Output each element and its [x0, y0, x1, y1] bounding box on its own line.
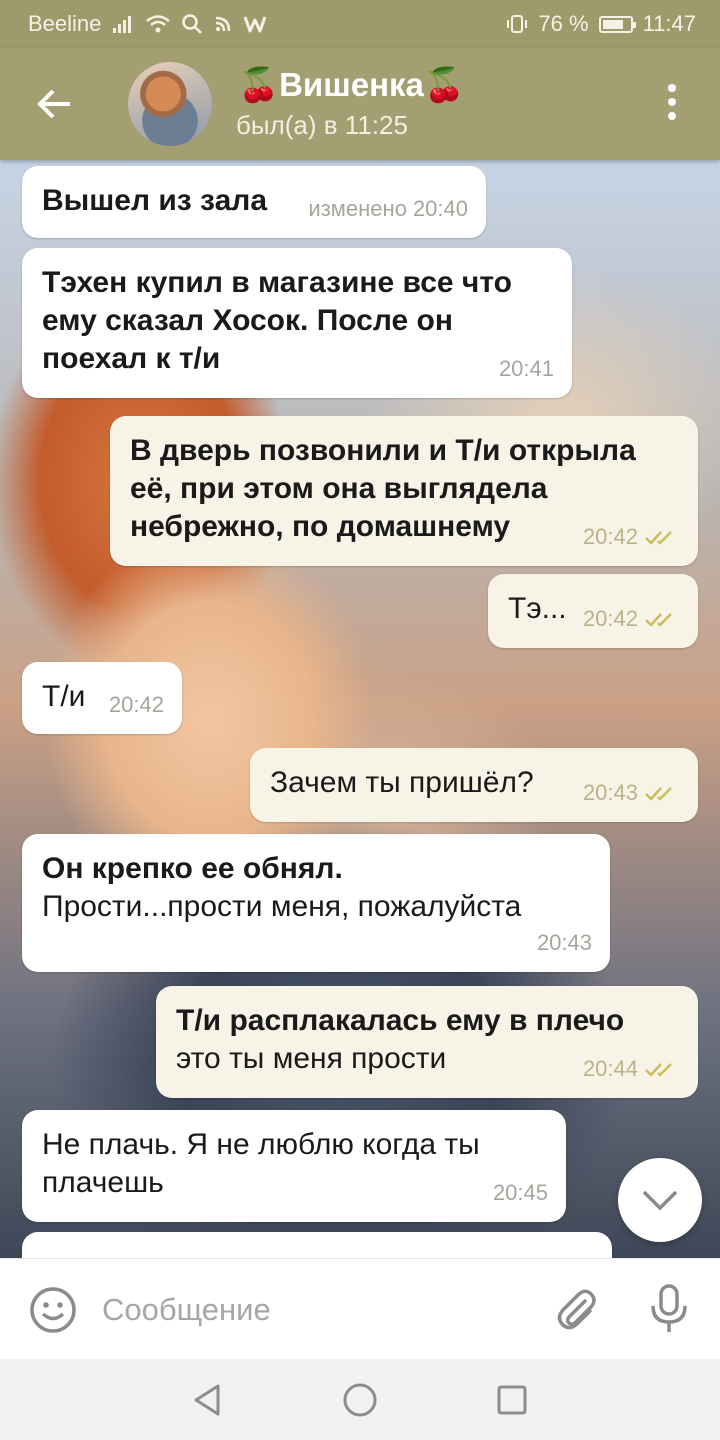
message-time: 20:43	[582, 780, 638, 805]
message-bubble[interactable]: Тэ... 20:42	[488, 574, 698, 648]
double-check-icon	[645, 1063, 672, 1077]
message-list[interactable]: Вышел из зала изменено 20:40 Тэхен купил…	[0, 160, 720, 1258]
system-navigation-bar	[0, 1358, 720, 1440]
message-text: Зачем ты пришёл?	[270, 766, 534, 799]
nav-recents-button[interactable]	[490, 1378, 534, 1422]
nav-back-button[interactable]	[186, 1378, 230, 1422]
more-menu-button[interactable]	[652, 84, 692, 124]
battery-icon	[598, 15, 636, 33]
message-time: 20:42	[582, 606, 638, 631]
message-text: Не плачь. Я не люблю когда ты плачешь	[42, 1128, 480, 1199]
message-text: Он крепко ее обнял.	[42, 852, 343, 885]
voice-record-button[interactable]	[646, 1283, 692, 1335]
double-check-icon	[645, 787, 672, 801]
edited-label: изменено	[308, 196, 407, 221]
more-vertical-icon	[652, 84, 692, 120]
carrier-label: Beeline	[28, 11, 102, 36]
message-bubble[interactable]: Т/и расплакалась ему в плечо это ты меня…	[156, 986, 698, 1098]
avatar[interactable]	[128, 62, 212, 146]
message-bubble[interactable]: Вышел из зала изменено 20:40	[22, 166, 486, 238]
message-meta: 20:42	[109, 686, 164, 724]
message-text: Вышел из зала	[42, 184, 267, 217]
message-composer	[0, 1258, 720, 1359]
message-text: Тэ...	[508, 592, 567, 625]
attach-button[interactable]	[552, 1285, 602, 1335]
back-button[interactable]	[26, 74, 86, 134]
message-bubble[interactable]: В дверь позвонили и Т/и открыла её, при …	[110, 416, 698, 566]
emoji-button[interactable]	[28, 1285, 78, 1335]
nav-back-triangle-icon	[194, 1384, 220, 1416]
message-time: 20:44	[582, 1056, 638, 1081]
vibrate-icon	[507, 15, 528, 33]
message-input[interactable]	[100, 1281, 524, 1339]
message-bubble-partial[interactable]	[22, 1232, 612, 1258]
wifi-icon	[146, 15, 171, 33]
status-bar: Beeline 76 % 11:47	[0, 0, 720, 48]
message-bubble[interactable]: Т/и 20:42	[22, 662, 182, 734]
message-time: 20:42	[582, 524, 638, 549]
message-bubble[interactable]: Не плачь. Я не люблю когда ты плачешь 20…	[22, 1110, 566, 1222]
message-meta: 20:41	[499, 350, 554, 388]
message-meta: изменено 20:40	[308, 190, 468, 228]
chat-title[interactable]: 🍒Вишенка🍒	[238, 66, 465, 105]
nav-home-button[interactable]	[338, 1378, 382, 1422]
paperclip-icon	[557, 1289, 596, 1330]
message-time: 20:45	[492, 1180, 548, 1205]
message-text: Т/и	[42, 680, 86, 713]
message-meta: 20:44	[583, 1050, 680, 1088]
message-time: 20:43	[536, 930, 592, 955]
message-time: 20:41	[498, 356, 554, 381]
message-text-line2: Прости...прости меня, пожалуйста	[42, 890, 522, 923]
microphone-icon	[651, 1284, 687, 1332]
battery-percent: 76 %	[538, 11, 589, 36]
message-bubble[interactable]: Зачем ты пришёл? 20:43	[250, 748, 698, 822]
emoji-icon	[30, 1287, 76, 1333]
chat-header: 🍒Вишенка🍒 был(а) в 11:25	[0, 48, 720, 160]
battery-fill	[602, 19, 623, 29]
signal-bars-icon	[113, 16, 132, 33]
scroll-down-button[interactable]	[618, 1158, 702, 1242]
message-meta: 20:45	[493, 1174, 548, 1212]
last-seen-status: был(а) в 11:25	[236, 110, 408, 140]
message-time: 20:42	[108, 692, 164, 717]
double-check-icon	[645, 613, 672, 627]
message-time: 20:40	[412, 196, 468, 221]
clock: 11:47	[642, 11, 696, 36]
app-w-icon	[243, 16, 267, 33]
nav-recents-square-icon	[497, 1385, 527, 1415]
double-check-icon	[645, 531, 672, 545]
search-status-icon	[182, 14, 203, 34]
message-text: Т/и расплакалась ему в плечо	[176, 1004, 625, 1037]
message-bubble[interactable]: Он крепко ее обнял. Прости...прости меня…	[22, 834, 610, 972]
message-meta: 20:43	[583, 774, 680, 812]
message-meta: 20:43	[537, 924, 592, 962]
rss-icon	[216, 16, 231, 32]
message-text: Тэхен купил в магазине все что ему сказа…	[42, 266, 512, 375]
nav-home-circle-icon	[343, 1383, 377, 1417]
message-bubble[interactable]: Тэхен купил в магазине все что ему сказа…	[22, 248, 572, 398]
message-meta: 20:42	[583, 518, 680, 556]
arrow-left-icon	[37, 89, 70, 119]
message-meta: 20:42	[583, 600, 680, 638]
chevron-down-icon	[642, 1190, 678, 1211]
